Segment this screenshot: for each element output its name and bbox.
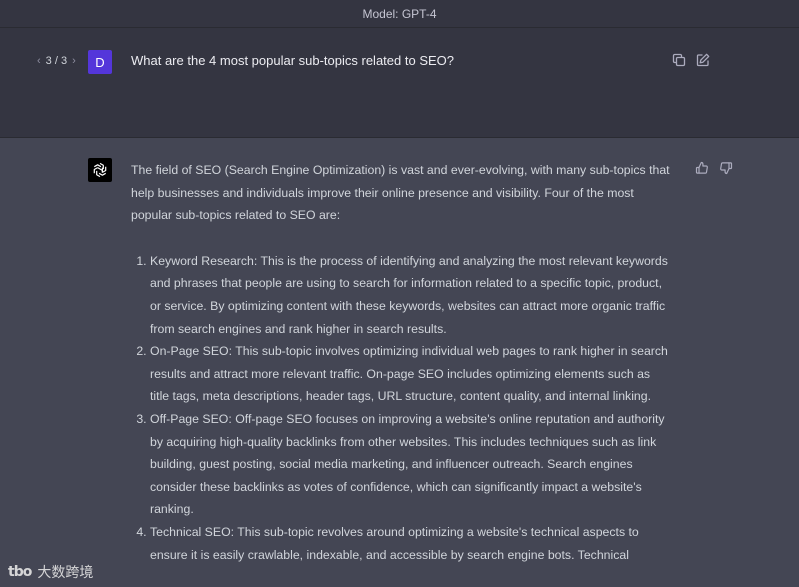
user-avatar: D	[88, 50, 112, 74]
assistant-message-row: The field of SEO (Search Engine Optimiza…	[0, 138, 799, 587]
edit-icon[interactable]	[695, 52, 711, 68]
user-message-row: ‹ 3 / 3 › D What are the 4 most popular …	[0, 28, 799, 138]
subtopic-list: Keyword Research: This is the process of…	[131, 250, 671, 566]
thumbs-down-icon[interactable]	[718, 160, 734, 176]
assistant-intro: The field of SEO (Search Engine Optimiza…	[131, 163, 670, 223]
pager-count: 3 / 3	[45, 55, 68, 67]
user-message-text: What are the 4 most popular sub-topics r…	[131, 53, 455, 68]
assistant-message-content: The field of SEO (Search Engine Optimiza…	[131, 159, 671, 566]
copy-icon[interactable]	[671, 52, 687, 68]
watermark-logo: tbo	[8, 564, 32, 580]
response-pager: ‹ 3 / 3 ›	[34, 55, 79, 67]
pager-prev-button[interactable]: ‹	[34, 55, 44, 67]
model-header: Model: GPT-4	[0, 0, 799, 28]
list-item: Keyword Research: This is the process of…	[150, 250, 671, 340]
model-label: Model: GPT-4	[362, 6, 437, 21]
pager-next-button[interactable]: ›	[69, 55, 79, 67]
list-item: On-Page SEO: This sub-topic involves opt…	[150, 340, 671, 408]
watermark: tbo 大数跨境	[8, 562, 93, 582]
openai-logo-icon	[88, 158, 112, 182]
thumbs-up-icon[interactable]	[694, 160, 710, 176]
user-message-actions	[671, 52, 711, 68]
list-item: Off-Page SEO: Off-page SEO focuses on im…	[150, 408, 671, 521]
assistant-message-actions	[694, 160, 734, 176]
list-item: Technical SEO: This sub-topic revolves a…	[150, 521, 671, 566]
watermark-text: 大数跨境	[37, 564, 94, 580]
